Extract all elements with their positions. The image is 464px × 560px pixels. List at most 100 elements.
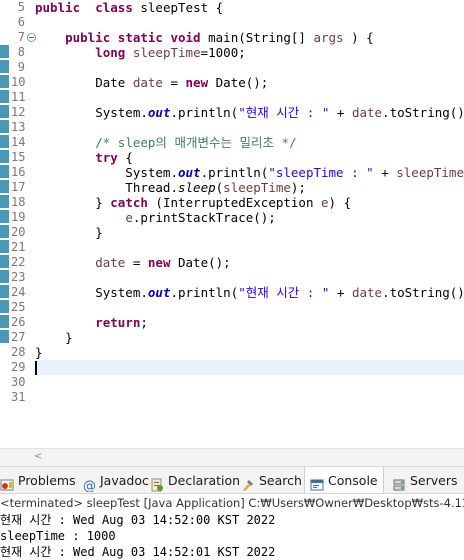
code-token: return [95, 315, 141, 330]
code-line[interactable]: Thread.sleep(sleepTime); [35, 180, 464, 195]
code-line[interactable] [35, 360, 464, 375]
code-line[interactable]: System.out.println("sleepTime : " + slee… [35, 165, 464, 180]
line-number-gutter: 5 6 7 8 9 10 11 12 13 14 15 16 17 18 19 20 21 22 23 24 25 26 2… [11, 0, 36, 448]
code-token: e [125, 210, 133, 225]
code-token: new [185, 75, 209, 90]
change-marker [0, 300, 9, 313]
code-editor[interactable]: 5 6 7 8 9 10 11 12 13 14 15 16 17 18 19 20 21 22 23 24 25 26 2… [0, 0, 464, 448]
code-text-area[interactable]: public class sleepTest { public static v… [35, 0, 464, 448]
code-line[interactable]: } [35, 345, 464, 360]
line-number: 22 [11, 255, 26, 269]
code-line[interactable] [35, 300, 464, 315]
code-line[interactable]: System.out.println("현재 시간 : " + date.toS… [35, 105, 464, 120]
change-marker [0, 255, 9, 268]
code-line[interactable] [35, 90, 464, 105]
code-line[interactable]: long sleepTime=1000; [35, 45, 464, 60]
code-token: System. [35, 285, 148, 300]
tab-label: Problems [18, 473, 76, 488]
code-line[interactable]: /* sleep의 매개변수는 밀리초 */ [35, 135, 464, 150]
change-marker [0, 240, 9, 253]
code-line[interactable] [35, 240, 464, 255]
change-marker [0, 165, 9, 178]
code-line[interactable] [35, 120, 464, 135]
code-line[interactable]: } [35, 330, 464, 345]
line-number: 12 [11, 105, 26, 119]
code-token: class [95, 0, 133, 15]
code-line[interactable] [35, 15, 464, 30]
code-token: date [95, 255, 126, 270]
code-token: Date(); [170, 255, 231, 270]
tab-console[interactable]: Console [304, 467, 384, 493]
code-line[interactable]: Date date = new Date(); [35, 75, 464, 90]
code-line[interactable]: e.printStackTrace(); [35, 210, 464, 225]
code-token: e [321, 195, 329, 210]
code-token: ) { [328, 195, 352, 210]
code-token: catch [110, 195, 148, 210]
line-number: 31 [11, 390, 26, 404]
tab-declaration[interactable]: Declaration [150, 467, 241, 493]
problems-icon [0, 474, 14, 490]
line-number: 24 [11, 285, 26, 299]
console-output[interactable]: 현재 시간 : Wed Aug 03 14:52:00 KST 2022 slee… [0, 512, 464, 560]
code-token: public [35, 0, 81, 15]
code-token: date [351, 285, 383, 300]
code-token: /* sleep의 매개변수는 밀리초 */ [95, 135, 297, 150]
code-token: .println( [170, 105, 239, 120]
code-token: .printStackTrace(); [132, 210, 276, 225]
tab-problems[interactable]: Problems [0, 467, 76, 493]
change-marker [0, 150, 9, 163]
line-number: 10 [11, 75, 26, 89]
change-marker [0, 315, 9, 328]
tab-label: Declaration [168, 473, 241, 488]
code-token: + [329, 285, 352, 300]
code-token: System. [35, 165, 178, 180]
code-line[interactable]: public class sleepTest { [35, 0, 464, 15]
console-icon [310, 474, 324, 490]
code-line[interactable]: try { [35, 150, 464, 165]
search-icon [241, 474, 255, 491]
code-token: void [170, 30, 201, 45]
code-line[interactable]: date = new Date(); [35, 255, 464, 270]
line-number: 25 [11, 300, 26, 314]
line-number: 21 [11, 240, 26, 254]
editor-horizontal-scrollbar[interactable]: < [0, 448, 464, 466]
code-token: args [313, 30, 344, 45]
code-token: "현재 시간 : " [238, 285, 330, 300]
change-marker [0, 45, 9, 58]
code-token: ; [140, 315, 148, 330]
code-line[interactable] [35, 60, 464, 75]
line-number: 29 [11, 360, 26, 374]
code-token: .println( [170, 285, 239, 300]
line-number: 15 [11, 150, 26, 164]
line-number: 30 [11, 375, 26, 389]
code-line[interactable] [35, 270, 464, 285]
code-line[interactable] [35, 390, 464, 405]
change-marker [0, 180, 9, 193]
code-token: { [117, 150, 133, 165]
tab-search[interactable]: Search [241, 467, 302, 493]
code-token: out [178, 165, 201, 180]
code-line[interactable]: } catch (InterruptedException e) { [35, 195, 464, 210]
code-token: .toString()); [382, 105, 464, 120]
tab-servers[interactable]: Servers [392, 467, 458, 493]
scroll-left-icon[interactable]: < [34, 451, 42, 462]
change-marker [0, 225, 9, 238]
code-token: System. [35, 105, 148, 120]
code-token: static [117, 30, 163, 45]
code-line[interactable]: return; [35, 315, 464, 330]
code-line[interactable]: } [35, 225, 464, 240]
code-line[interactable]: System.out.println("현재 시간 : " + date.toS… [35, 285, 464, 300]
code-line[interactable]: public static void main(String[] args ) … [35, 30, 464, 45]
console-process-status: <terminated> sleepTest [Java Application… [0, 494, 464, 512]
line-number: 14 [11, 135, 26, 149]
code-line[interactable] [35, 375, 464, 390]
tab-javadoc[interactable]: @ Javadoc [82, 467, 149, 493]
svg-text:@: @ [83, 479, 96, 492]
line-number: 23 [11, 270, 26, 284]
